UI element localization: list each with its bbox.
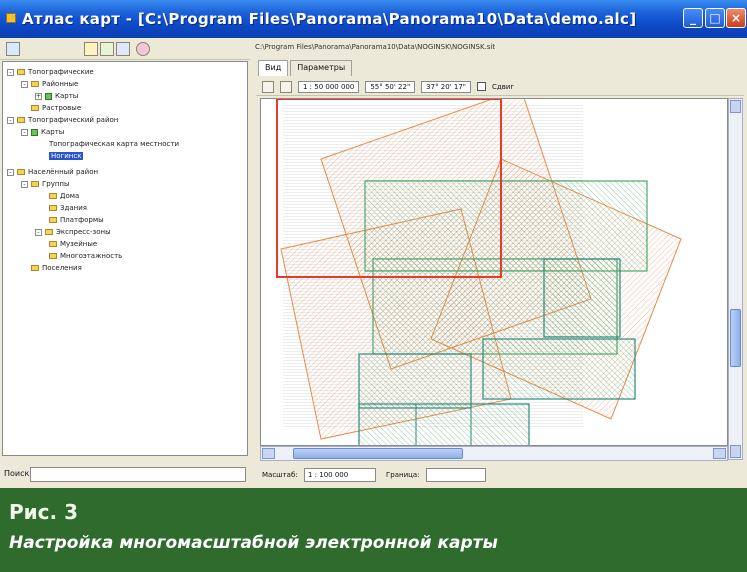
- tree-item[interactable]: - Топографические: [7, 66, 94, 78]
- tree-item[interactable]: Поселения: [31, 262, 82, 274]
- file-path: C:\Program Files\Panorama\Panorama10\Dat…: [255, 43, 496, 51]
- folder-icon: [17, 169, 25, 175]
- layer-icon: [45, 92, 52, 100]
- map-sheet-green: [358, 353, 472, 409]
- collapse-icon[interactable]: -: [7, 168, 14, 176]
- tree-item[interactable]: - Карты: [21, 126, 64, 138]
- shift-label: Сдвиг: [492, 82, 515, 91]
- vertical-scroll-thumb[interactable]: [730, 309, 741, 367]
- folder-icon: [31, 265, 39, 271]
- folder-icon: [49, 217, 57, 223]
- map-sheet-green: [482, 338, 636, 400]
- figure-caption: Рис. 3 Настройка многомасштабной электро…: [0, 488, 747, 572]
- tab-view[interactable]: Вид: [258, 60, 289, 76]
- horizontal-scroll-thumb[interactable]: [293, 448, 463, 459]
- map-toolbar: 1 : 50 000 000 55° 50' 22" 37° 20' 17" С…: [256, 78, 744, 96]
- view-tabs: Вид Параметры: [258, 60, 353, 76]
- collapse-icon[interactable]: -: [35, 228, 42, 236]
- tree-item[interactable]: Здания: [49, 202, 87, 214]
- open-icon[interactable]: [6, 42, 20, 56]
- scroll-down-arrow-icon[interactable]: [730, 445, 741, 458]
- collapse-icon[interactable]: -: [21, 80, 28, 88]
- search-label: Поиск:: [4, 469, 33, 478]
- folder-icon: [45, 229, 53, 235]
- figure-number: Рис. 3: [9, 500, 79, 524]
- atlas-map[interactable]: [261, 99, 728, 446]
- folder-icon: [17, 117, 25, 123]
- tree-item[interactable]: - Населённый район: [7, 166, 98, 178]
- folder-icon: [49, 193, 57, 199]
- tree-item[interactable]: Топографическая карта местности: [49, 138, 179, 150]
- status-bound-value[interactable]: [426, 468, 486, 482]
- window-title: Атлас карт - [C:\Program Files\Panorama\…: [22, 10, 637, 28]
- add-layer-icon[interactable]: [100, 42, 114, 56]
- status-scale-value[interactable]: 1 : 100 000: [304, 468, 376, 482]
- layer-icon: [31, 128, 38, 136]
- scale-field[interactable]: 1 : 50 000 000: [298, 80, 360, 93]
- map-canvas[interactable]: [260, 98, 728, 446]
- shift-checkbox[interactable]: [477, 82, 486, 91]
- delete-icon[interactable]: [136, 42, 150, 56]
- longitude-field[interactable]: 37° 20' 17": [421, 80, 471, 93]
- zoom-in-icon[interactable]: [262, 80, 274, 93]
- maximize-button[interactable]: □: [705, 8, 725, 28]
- tree-item[interactable]: - Районные: [21, 78, 78, 90]
- properties-icon[interactable]: [116, 42, 130, 56]
- tree-item[interactable]: Растровые: [31, 102, 81, 114]
- collapse-icon[interactable]: -: [21, 180, 28, 188]
- folder-icon: [49, 241, 57, 247]
- zoom-out-icon[interactable]: [280, 80, 292, 93]
- tree-item[interactable]: Платформы: [49, 214, 104, 226]
- map-sheet-green: [358, 403, 530, 445]
- title-bar[interactable]: Атлас карт - [C:\Program Files\Panorama\…: [0, 0, 747, 38]
- app-icon: [6, 13, 16, 23]
- app-window: Атлас карт - [C:\Program Files\Panorama\…: [0, 0, 747, 488]
- tree-item[interactable]: Музейные: [49, 238, 97, 250]
- search-bar: Поиск:: [0, 465, 250, 485]
- folder-icon: [31, 81, 39, 87]
- status-bar: Масштаб: 1 : 100 000 Граница:: [256, 465, 744, 485]
- horizontal-scrollbar[interactable]: [260, 446, 728, 461]
- collapse-icon[interactable]: -: [7, 116, 14, 124]
- search-input[interactable]: [30, 467, 246, 482]
- tab-parameters[interactable]: Параметры: [290, 60, 353, 76]
- folder-icon: [17, 69, 25, 75]
- collapse-icon[interactable]: -: [21, 128, 28, 136]
- add-folder-icon[interactable]: [84, 42, 98, 56]
- minimize-button[interactable]: _: [683, 8, 703, 28]
- tree-item[interactable]: Многоэтажность: [49, 250, 122, 262]
- vertical-scrollbar[interactable]: [728, 98, 743, 460]
- tree-item[interactable]: - Группы: [21, 178, 70, 190]
- tree-toolbar: [0, 38, 250, 60]
- folder-icon: [49, 253, 57, 259]
- tree-item[interactable]: Дома: [49, 190, 79, 202]
- tree-item[interactable]: - Экспресс-зоны: [35, 226, 111, 238]
- atlas-tree[interactable]: - Топографические - Районные + Карты Растро…: [2, 61, 248, 456]
- scroll-left-arrow-icon[interactable]: [262, 448, 275, 459]
- status-bound-label: Граница:: [386, 471, 420, 479]
- expand-icon[interactable]: +: [35, 92, 42, 100]
- folder-icon: [31, 181, 39, 187]
- collapse-icon[interactable]: -: [7, 68, 14, 76]
- map-sheet-green: [543, 258, 621, 338]
- figure-description: Настройка многомасштабной электронной ка…: [9, 533, 498, 553]
- tree-item-selected[interactable]: Ногинск: [49, 150, 84, 162]
- tree-item[interactable]: - Топографический район: [7, 114, 118, 126]
- folder-icon: [31, 105, 39, 111]
- latitude-field[interactable]: 55° 50' 22": [365, 80, 416, 93]
- scroll-right-arrow-icon[interactable]: [713, 448, 726, 459]
- scroll-up-arrow-icon[interactable]: [730, 100, 741, 113]
- tree-item[interactable]: + Карты: [35, 90, 78, 102]
- map-sheet-green: [364, 180, 648, 272]
- status-scale-label: Масштаб:: [262, 471, 298, 479]
- close-button[interactable]: ×: [726, 8, 746, 28]
- folder-icon: [49, 205, 57, 211]
